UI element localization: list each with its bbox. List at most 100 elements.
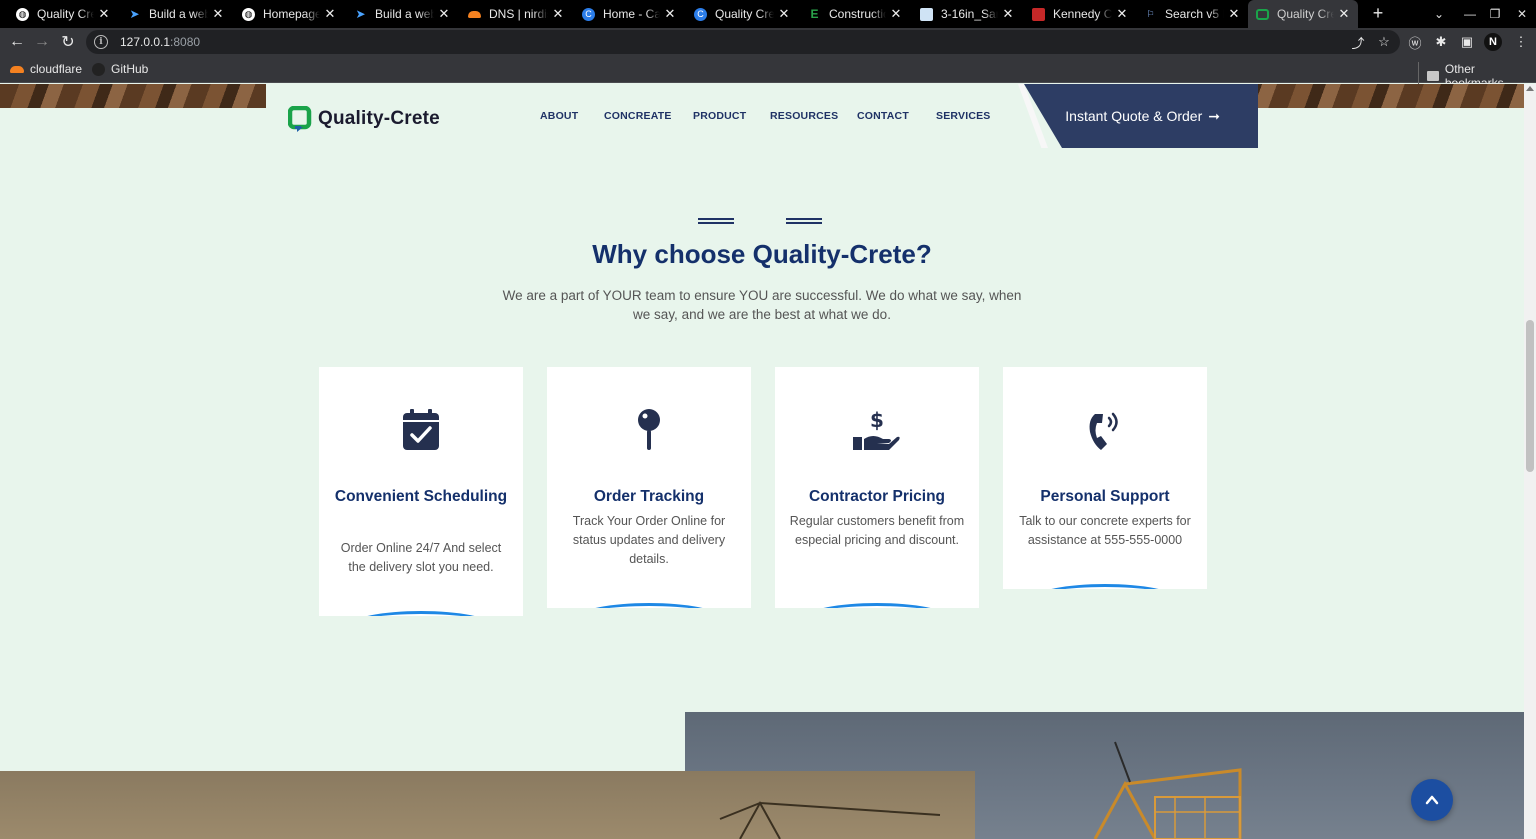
side-panel-icon[interactable]: ▣ [1458, 33, 1476, 51]
close-tab-icon[interactable]: ✕ [774, 6, 794, 22]
bookmarks-bar: cloudflare GitHub Other bookmarks [0, 56, 1536, 90]
quality-crete-icon [1256, 8, 1269, 20]
close-tab-icon[interactable]: ✕ [1334, 6, 1354, 22]
card-description: Talk to our concrete experts for assista… [1019, 514, 1191, 547]
tab-title: Homepage [263, 7, 320, 21]
quote-button-label: Instant Quote & Order [1065, 108, 1203, 124]
close-tab-icon[interactable]: ✕ [998, 6, 1018, 22]
bookmark-star-icon[interactable]: ☆ [1375, 33, 1393, 51]
arrow-logo-icon: ➤ [355, 7, 366, 21]
close-window-icon[interactable]: ✕ [1508, 0, 1536, 28]
nav-concreate[interactable]: CONCREATE [604, 110, 672, 122]
globe-icon: ◍ [16, 7, 29, 21]
canva-icon: C [694, 7, 707, 21]
extension-w-icon[interactable]: ⓦ [1406, 33, 1424, 51]
restore-icon[interactable]: ❐ [1481, 0, 1509, 28]
card-title: Personal Support [1040, 488, 1170, 505]
tab-search-icon[interactable]: ⌄ [1425, 0, 1453, 28]
arrow-right-icon: ➞ [1208, 107, 1220, 124]
browser-tab[interactable]: C Quality Creat ✕ [684, 0, 798, 28]
site-logo[interactable]: Quality-Crete [287, 105, 440, 132]
browser-tab[interactable]: ⚐ Search v5 Ico ✕ [1136, 0, 1248, 28]
nav-contact[interactable]: CONTACT [857, 110, 909, 122]
construction-photo [0, 771, 975, 839]
scroll-to-top-button[interactable] [1411, 779, 1453, 821]
phone-volume-icon [1080, 405, 1130, 455]
close-tab-icon[interactable]: ✕ [208, 6, 228, 22]
card-description: Track Your Order Online for status updat… [572, 514, 726, 566]
close-tab-icon[interactable]: ✕ [548, 6, 568, 22]
feature-card: Order Tracking Track Your Order Online f… [547, 367, 751, 608]
browser-toolbar: ← → ↻ i 127.0.0.1:8080 ⤴ ☆ ⓦ ✱ ▣ N ⋮ [0, 28, 1536, 56]
back-icon[interactable]: ← [7, 32, 27, 52]
bookmark-label: cloudflare [30, 62, 83, 76]
section-subtitle: We are a part of YOUR team to ensure YOU… [502, 288, 1022, 322]
card-accent-wave [579, 603, 719, 608]
page-scrollbar[interactable] [1524, 84, 1536, 839]
canva-icon: C [582, 7, 595, 21]
calendar-check-icon [396, 405, 446, 455]
close-tab-icon[interactable]: ✕ [660, 6, 680, 22]
bookmark-cloudflare[interactable]: cloudflare [10, 62, 82, 76]
instant-quote-button[interactable]: Instant Quote & Order ➞ [1024, 84, 1258, 148]
profile-avatar[interactable]: N [1484, 33, 1502, 51]
new-tab-button[interactable]: + [1368, 4, 1388, 24]
close-tab-icon[interactable]: ✕ [320, 6, 340, 22]
e-icon: E [810, 7, 819, 21]
page-viewport: Quality-Crete ABOUT CONCREATE PRODUCT RE… [0, 84, 1524, 839]
nav-about[interactable]: ABOUT [540, 110, 578, 122]
tab-title: 3-16in_Sand [941, 7, 998, 21]
browser-tab[interactable]: ➤ Build a webs ✕ [118, 0, 232, 28]
cloudflare-icon [10, 65, 24, 73]
kennedy-icon [1032, 7, 1045, 21]
tab-title: Kennedy Con [1053, 7, 1112, 21]
close-tab-icon[interactable]: ✕ [1224, 6, 1244, 22]
nav-resources[interactable]: RESOURCES [770, 110, 838, 122]
minimize-icon[interactable]: — [1456, 0, 1484, 28]
address-bar[interactable]: i 127.0.0.1:8080 [86, 30, 1400, 54]
browser-tab[interactable]: Kennedy Con ✕ [1022, 0, 1136, 28]
bookmark-github[interactable]: GitHub [92, 62, 148, 76]
nav-services[interactable]: SERVICES [936, 110, 991, 122]
cloudflare-icon [468, 10, 481, 18]
card-title: Order Tracking [593, 488, 705, 505]
nav-product[interactable]: PRODUCT [693, 110, 746, 122]
tab-title: DNS | nirdist [489, 7, 548, 21]
close-tab-icon[interactable]: ✕ [1112, 6, 1132, 22]
reload-icon[interactable]: ↻ [58, 32, 78, 52]
browser-tab[interactable]: ◍ Quality Creat ✕ [0, 0, 118, 28]
share-icon[interactable]: ⤴ [1349, 33, 1367, 51]
arrow-logo-icon: ➤ [129, 7, 140, 21]
globe-icon: ◍ [242, 7, 255, 21]
browser-tab[interactable]: DNS | nirdist ✕ [458, 0, 572, 28]
url-text: 127.0.0.1:8080 [120, 35, 201, 49]
section-title: Why choose Quality-Crete? [592, 239, 932, 269]
flag-icon: ⚐ [1146, 8, 1155, 19]
tab-title: Quality Creat [1277, 7, 1334, 21]
close-tab-icon[interactable]: ✕ [434, 6, 454, 22]
site-info-icon[interactable]: i [94, 35, 108, 49]
extensions-puzzle-icon[interactable]: ✱ [1432, 33, 1450, 51]
title-decoration [698, 218, 734, 224]
menu-kebab-icon[interactable]: ⋮ [1512, 33, 1530, 51]
logo-text: Quality-Crete [318, 108, 440, 129]
close-tab-icon[interactable]: ✕ [94, 6, 114, 22]
svg-text:$: $ [870, 409, 884, 432]
quality-crete-logo-icon [287, 105, 314, 132]
hand-dollar-icon: $ [852, 405, 902, 455]
tab-strip: ◍ Quality Creat ✕ ➤ Build a webs ✕ ◍ Hom… [0, 0, 1536, 28]
browser-tab[interactable]: C Home - Canv ✕ [572, 0, 684, 28]
scroll-up-arrow-icon[interactable] [1526, 86, 1534, 91]
tab-title: Quality Creat [37, 7, 94, 21]
bookmark-label: GitHub [111, 62, 149, 76]
browser-tab[interactable]: ◍ Homepage ✕ [232, 0, 344, 28]
forward-icon[interactable]: → [32, 32, 52, 52]
close-tab-icon[interactable]: ✕ [886, 6, 906, 22]
card-title: Convenient Scheduling [334, 488, 508, 505]
browser-tab[interactable]: 3-16in_Sand ✕ [910, 0, 1022, 28]
browser-tab[interactable]: ➤ Build a webs ✕ [344, 0, 458, 28]
browser-tab[interactable]: E Construction ✕ [798, 0, 910, 28]
tab-title: Build a webs [149, 7, 208, 21]
browser-tab-active[interactable]: Quality Creat ✕ [1248, 0, 1358, 28]
scrollbar-thumb[interactable] [1526, 320, 1534, 472]
